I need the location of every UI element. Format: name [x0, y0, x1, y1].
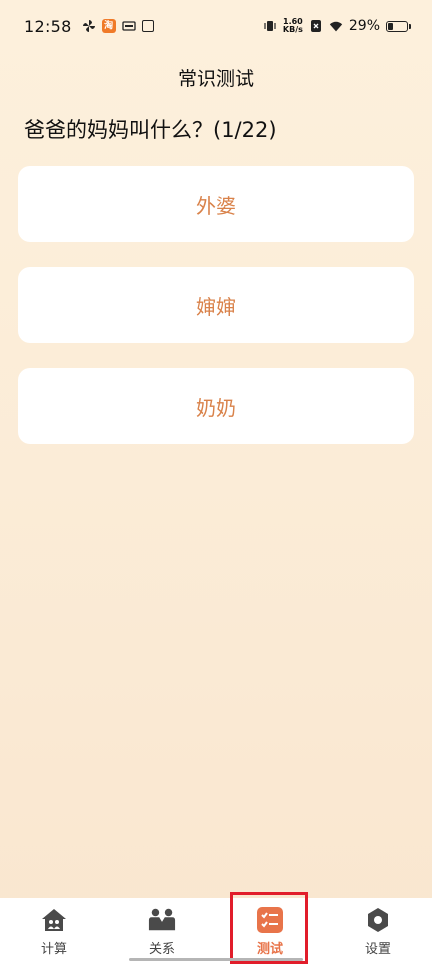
home-indicator[interactable]: [129, 958, 303, 961]
vibrate-icon: [263, 19, 277, 33]
nav-label-relation: 关系: [148, 942, 175, 957]
pinwheel-icon: [82, 19, 96, 33]
battery-fill: [388, 22, 393, 30]
nav-label-settings: 设置: [364, 942, 391, 957]
highlight-box: [230, 892, 308, 964]
question-text: 爸爸的妈妈叫什么？(1/22): [24, 118, 277, 142]
wifi-icon: [329, 19, 343, 33]
nav-label-calculate: 计算: [40, 942, 67, 957]
network-speed-unit: KB/s: [282, 25, 303, 34]
bottom-nav: 计算 关系 测试 设置: [0, 898, 432, 964]
option-button-2[interactable]: 婶婶: [18, 267, 414, 343]
home-icon: [40, 906, 68, 934]
status-right: 1.60 KB/s 29%: [263, 18, 411, 34]
option-button-3[interactable]: 奶奶: [18, 368, 414, 444]
app-notification-icon: [121, 19, 136, 33]
battery-percent: 29%: [348, 18, 380, 34]
status-left: 12:58 淘: [24, 17, 154, 36]
option-button-1[interactable]: 外婆: [18, 166, 414, 242]
status-time: 12:58: [24, 16, 72, 36]
nav-item-relation[interactable]: 关系: [108, 906, 216, 957]
nav-item-calculate[interactable]: 计算: [0, 906, 108, 957]
page-title: 常识测试: [177, 68, 254, 90]
settings-icon: [364, 906, 392, 934]
message-icon: [141, 20, 154, 32]
network-speed: 1.60 KB/s: [283, 18, 303, 34]
nav-item-settings[interactable]: 设置: [324, 906, 432, 957]
status-bar: 12:58 淘 1.60 KB/s 29%: [0, 0, 432, 52]
taobao-icon: 淘: [101, 19, 116, 33]
people-icon: [148, 906, 176, 934]
sim-off-icon: [309, 19, 323, 33]
battery-icon: [386, 20, 411, 32]
